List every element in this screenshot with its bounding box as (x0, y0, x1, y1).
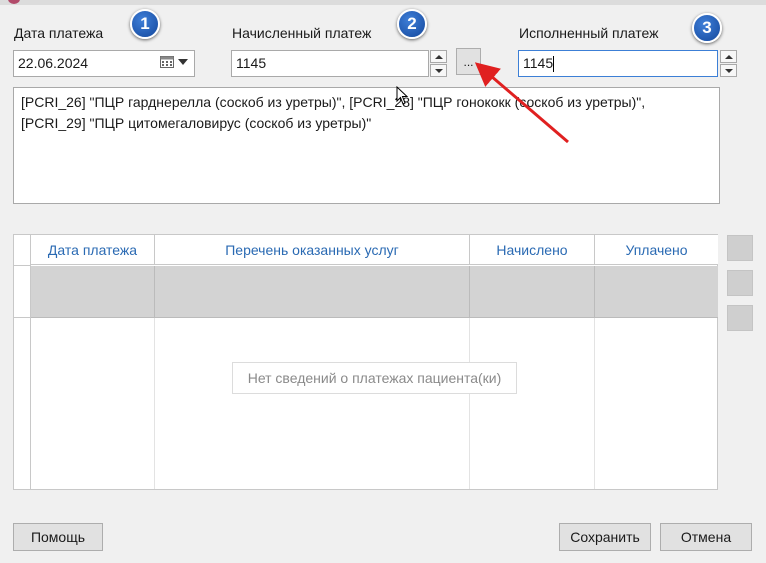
column-header-paid[interactable]: Уплачено (595, 235, 718, 265)
column-divider (154, 318, 155, 489)
accrued-payment-spinner[interactable] (430, 50, 447, 77)
column-divider (469, 318, 470, 489)
add-row-button[interactable] (727, 235, 753, 261)
window-titlebar (0, 0, 766, 5)
accrued-payment-input[interactable]: 1145 (231, 50, 429, 77)
annotation-badge-2: 2 (397, 9, 427, 39)
annotation-badge-1: 1 (130, 9, 160, 39)
table-cell[interactable] (155, 266, 470, 318)
edit-row-button[interactable] (727, 270, 753, 296)
spin-up-icon (724, 54, 733, 59)
column-header-date[interactable]: Дата платежа (31, 235, 155, 265)
empty-table-message: Нет сведений о платежах пациента(ки) (232, 362, 517, 394)
spin-down-button[interactable] (430, 64, 447, 77)
services-textarea[interactable]: [PCRI_26] "ПЦР гарднерелла (соскоб из ур… (13, 87, 720, 204)
accrued-payment-label: Начисленный платеж (232, 25, 372, 41)
accrued-payment-value: 1145 (236, 55, 267, 71)
delete-row-button[interactable] (727, 305, 753, 331)
services-line-2: [PCRI_29] "ПЦР цитомегаловирус (соскоб и… (21, 115, 372, 131)
app-icon (8, 0, 20, 4)
table-cell[interactable] (31, 266, 155, 318)
browse-services-button[interactable]: ... (456, 48, 481, 75)
spin-down-button[interactable] (720, 64, 737, 77)
paid-payment-input[interactable]: 1145 (518, 50, 718, 77)
row-indicator-header (14, 235, 31, 266)
paid-payment-spinner[interactable] (720, 50, 737, 77)
spin-up-button[interactable] (430, 50, 447, 63)
paid-payment-label: Исполненный платеж (519, 25, 659, 41)
table-cell[interactable] (595, 266, 718, 318)
text-caret (553, 56, 555, 73)
table-cell[interactable] (470, 266, 595, 318)
spin-down-icon (434, 68, 443, 73)
help-button[interactable]: Помощь (13, 523, 103, 551)
row-indicator[interactable] (14, 266, 31, 318)
spin-down-icon (724, 68, 733, 73)
column-divider (594, 318, 595, 489)
cancel-button[interactable]: Отмена (660, 523, 752, 551)
payment-date-value: 22.06.2024 (18, 55, 89, 71)
payment-date-label: Дата платежа (14, 25, 104, 41)
annotation-badge-3: 3 (692, 13, 722, 43)
save-button[interactable]: Сохранить (559, 523, 651, 551)
column-header-services[interactable]: Перечень оказанных услуг (155, 235, 470, 265)
spin-up-button[interactable] (720, 50, 737, 63)
chevron-down-icon[interactable] (178, 59, 188, 65)
column-header-accrued[interactable]: Начислено (470, 235, 595, 265)
spin-up-icon (434, 54, 443, 59)
paid-payment-value: 1145 (523, 55, 554, 71)
column-divider (30, 318, 31, 489)
calendar-icon[interactable] (160, 55, 174, 68)
services-line-1: [PCRI_26] "ПЦР гарднерелла (соскоб из ур… (21, 94, 646, 110)
